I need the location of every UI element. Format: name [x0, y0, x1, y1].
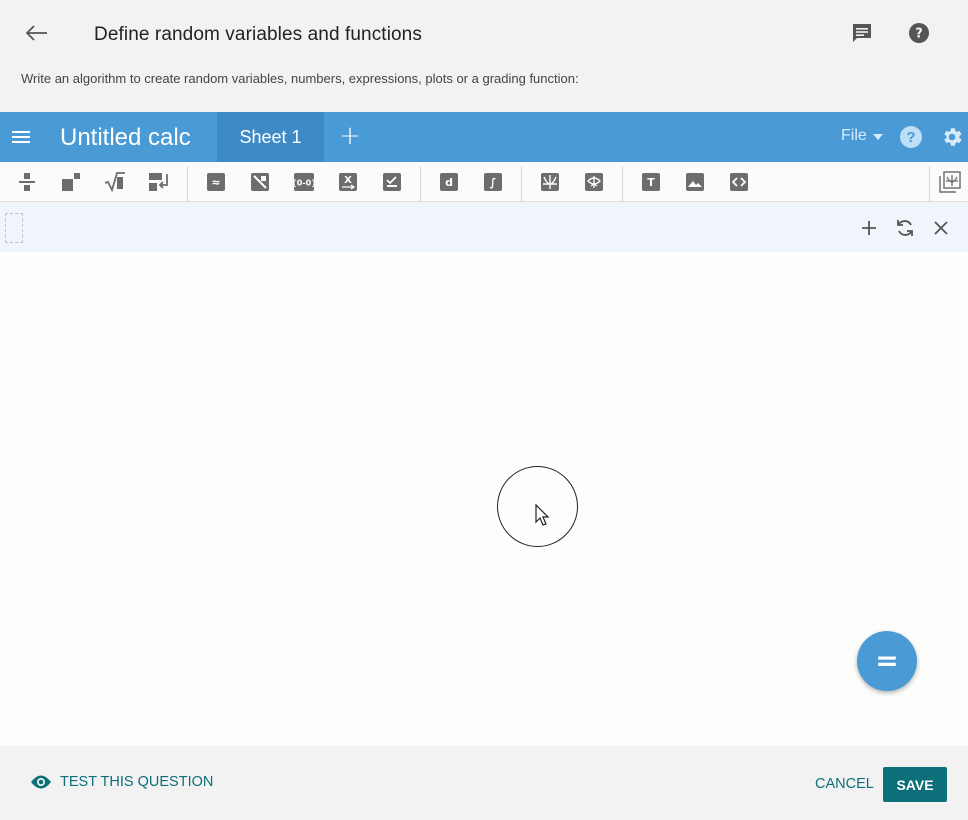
image-icon [686, 173, 704, 191]
power-icon [62, 173, 80, 191]
page-title: Define random variables and functions [94, 24, 422, 45]
solve-x-icon: X [339, 173, 357, 191]
derivative-button[interactable]: d [438, 171, 460, 193]
mouse-pointer-icon [535, 504, 549, 526]
file-menu-label: File [841, 127, 867, 144]
calc-title[interactable]: Untitled calc [60, 124, 191, 152]
gear-icon [944, 128, 962, 146]
refresh-row-button[interactable] [893, 216, 917, 240]
range-button[interactable]: {0-0} [293, 171, 315, 193]
toolbar-divider [521, 166, 522, 202]
refresh-icon [897, 220, 913, 236]
dialog-footer: TEST THIS QUESTION CANCEL SAVE [0, 746, 968, 820]
inequality-button[interactable] [381, 171, 403, 193]
add-sheet-button[interactable]: + [338, 123, 362, 149]
test-question-label: TEST THIS QUESTION [60, 774, 214, 790]
help-icon: ? [906, 128, 916, 146]
assign-button[interactable] [148, 171, 170, 193]
text-icon: T [642, 173, 660, 191]
help-button[interactable]: ? [906, 20, 932, 46]
calc-toolbar: ≈ {0-0} X d ∫ T [0, 162, 968, 202]
insert-plot-icon [939, 171, 961, 193]
toolbar-divider [420, 166, 421, 202]
plot-icon [541, 173, 559, 191]
svg-text:?: ? [915, 27, 923, 42]
derivative-icon: d [440, 173, 458, 191]
power-button[interactable] [60, 171, 82, 193]
insert-sheet-button[interactable] [939, 171, 961, 193]
toolbar-divider [929, 166, 930, 202]
no-units-button[interactable] [249, 171, 271, 193]
svg-text:X: X [344, 175, 352, 186]
calc-app-bar: Untitled calc Sheet 1 + File ? [0, 112, 968, 162]
sqrt-icon [104, 172, 125, 192]
add-row-button[interactable] [857, 216, 881, 240]
svg-text:{0-0}: {0-0} [294, 179, 314, 188]
slash-box-icon [251, 173, 269, 191]
file-menu[interactable]: File [841, 127, 883, 145]
approx-icon: ≈ [207, 173, 225, 191]
caret-down-icon [872, 134, 883, 140]
plot-button[interactable] [539, 171, 561, 193]
plus-icon [862, 221, 876, 235]
integral-button[interactable]: ∫ [482, 171, 504, 193]
hamburger-icon [12, 131, 30, 143]
equals-icon: = [875, 644, 899, 677]
check-list-icon [383, 173, 401, 191]
settings-button[interactable] [940, 125, 964, 149]
fraction-button[interactable] [16, 171, 38, 193]
close-icon [934, 221, 948, 235]
help-circle-icon: ? [909, 23, 929, 43]
menu-button[interactable] [10, 126, 32, 148]
approx-button[interactable]: ≈ [205, 171, 227, 193]
plot-3d-icon [585, 173, 603, 191]
instructions-text: Write an algorithm to create random vari… [21, 71, 579, 86]
row-bar [0, 203, 968, 252]
save-button[interactable]: SAVE [883, 767, 947, 802]
range-icon: {0-0} [294, 173, 314, 191]
close-row-button[interactable] [929, 216, 953, 240]
assign-icon [149, 173, 168, 191]
code-icon [730, 173, 748, 191]
arrow-left-icon [26, 25, 47, 41]
calc-help-button[interactable]: ? [900, 126, 922, 148]
tab-sheet-1[interactable]: Sheet 1 [217, 112, 324, 162]
test-question-button[interactable]: TEST THIS QUESTION [30, 774, 213, 790]
row-drag-handle[interactable] [5, 213, 23, 243]
chat-button[interactable] [849, 20, 875, 46]
dialog-header: Define random variables and functions ? … [0, 0, 968, 112]
toolbar-divider [622, 166, 623, 202]
text-button[interactable]: T [640, 171, 662, 193]
chat-icon [853, 24, 871, 42]
toolbar-divider [187, 166, 188, 202]
code-button[interactable] [728, 171, 750, 193]
sqrt-button[interactable] [104, 171, 126, 193]
plot-3d-button[interactable] [583, 171, 605, 193]
cancel-button[interactable]: CANCEL [815, 776, 874, 792]
evaluate-fab-button[interactable]: = [857, 631, 917, 691]
back-button[interactable] [22, 20, 52, 46]
worksheet-canvas[interactable]: = [0, 252, 968, 746]
eye-icon [31, 775, 51, 789]
solve-button[interactable]: X [337, 171, 359, 193]
fraction-icon [19, 173, 35, 191]
image-button[interactable] [684, 171, 706, 193]
integral-icon: ∫ [484, 173, 502, 191]
